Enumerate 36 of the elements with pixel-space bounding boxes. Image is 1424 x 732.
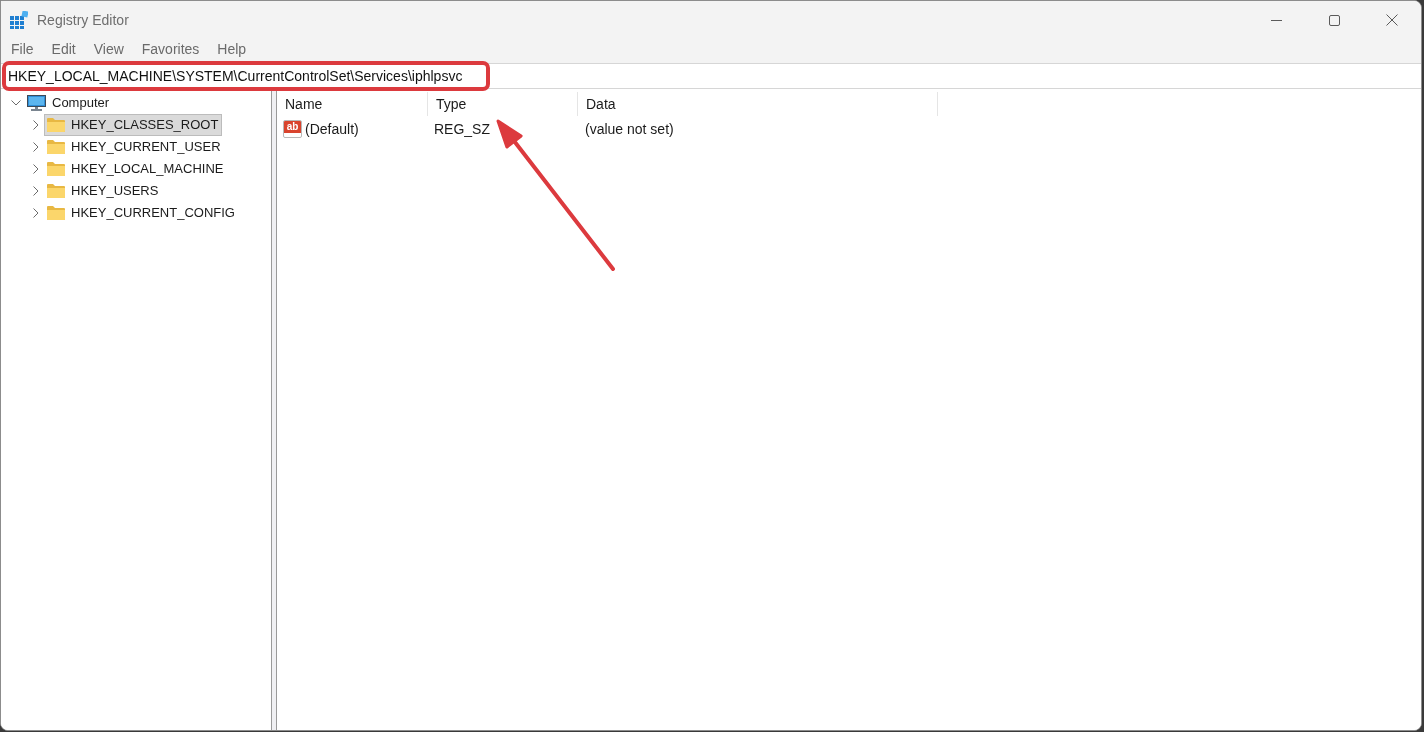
chevron-right-icon[interactable] bbox=[33, 142, 39, 152]
chevron-right-icon[interactable] bbox=[33, 120, 39, 130]
monitor-icon bbox=[27, 95, 46, 111]
menu-item[interactable]: File bbox=[2, 39, 43, 59]
string-value-icon: ab bbox=[283, 120, 302, 138]
value-name: (Default) bbox=[305, 119, 359, 139]
chevron-right-icon[interactable] bbox=[33, 164, 39, 174]
window-title: Registry Editor bbox=[37, 10, 129, 30]
folder-icon bbox=[47, 140, 65, 154]
tree-item[interactable]: HKEY_CURRENT_USER bbox=[44, 136, 225, 158]
chevron-right-icon[interactable] bbox=[33, 208, 39, 218]
menu-item[interactable]: Help bbox=[208, 39, 256, 59]
folder-icon bbox=[47, 162, 65, 176]
registry-cubes-icon bbox=[10, 11, 28, 29]
menu-item[interactable]: Edit bbox=[42, 39, 85, 59]
folder-icon bbox=[47, 206, 65, 220]
tree-item[interactable]: HKEY_CURRENT_CONFIG bbox=[44, 202, 239, 224]
chevron-down-icon[interactable] bbox=[11, 100, 21, 106]
tree-item[interactable]: HKEY_LOCAL_MACHINE bbox=[44, 158, 228, 180]
value-data: (value not set) bbox=[585, 121, 674, 137]
chevron-right-icon[interactable] bbox=[33, 186, 39, 196]
column-header[interactable]: Name bbox=[277, 92, 428, 116]
column-header[interactable]: Type bbox=[428, 92, 578, 116]
column-header[interactable]: Data bbox=[578, 92, 938, 116]
value-type: REG_SZ bbox=[434, 121, 490, 137]
folder-icon bbox=[47, 184, 65, 198]
maximize-icon bbox=[1328, 14, 1340, 26]
tree-item[interactable]: Computer bbox=[24, 92, 114, 114]
close-icon bbox=[1386, 14, 1398, 26]
folder-icon bbox=[47, 118, 65, 132]
minimize-icon bbox=[1270, 19, 1282, 21]
menu-item[interactable]: Favorites bbox=[132, 39, 209, 59]
address-bar[interactable]: HKEY_LOCAL_MACHINE\SYSTEM\CurrentControlSet\Services\iphlpsvc bbox=[1, 63, 1421, 89]
tree-item[interactable]: HKEY_USERS bbox=[44, 180, 163, 202]
menu-item[interactable]: View bbox=[84, 39, 133, 59]
tree-item[interactable]: HKEY_CLASSES_ROOT bbox=[44, 114, 223, 136]
